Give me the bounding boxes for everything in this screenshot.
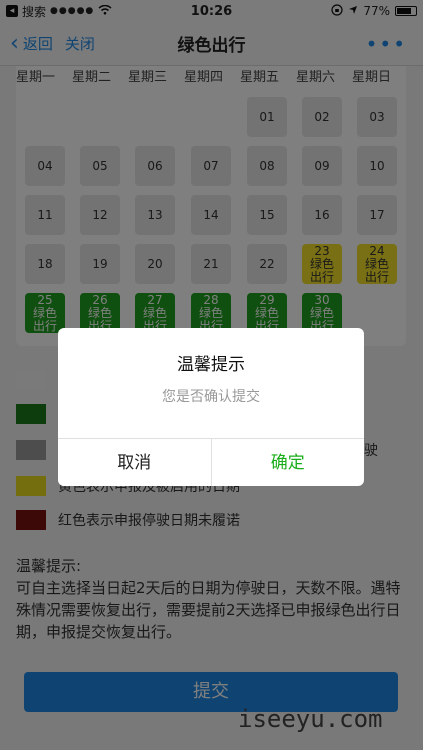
cancel-button[interactable]: 取消 bbox=[58, 439, 212, 486]
confirm-dialog: 温馨提示 您是否确认提交 取消 确定 bbox=[58, 328, 364, 486]
dialog-message: 您是否确认提交 bbox=[162, 389, 260, 405]
confirm-button[interactable]: 确定 bbox=[212, 439, 365, 486]
dialog-title: 温馨提示 bbox=[177, 355, 245, 375]
watermark: iseeyu.com bbox=[238, 705, 383, 733]
